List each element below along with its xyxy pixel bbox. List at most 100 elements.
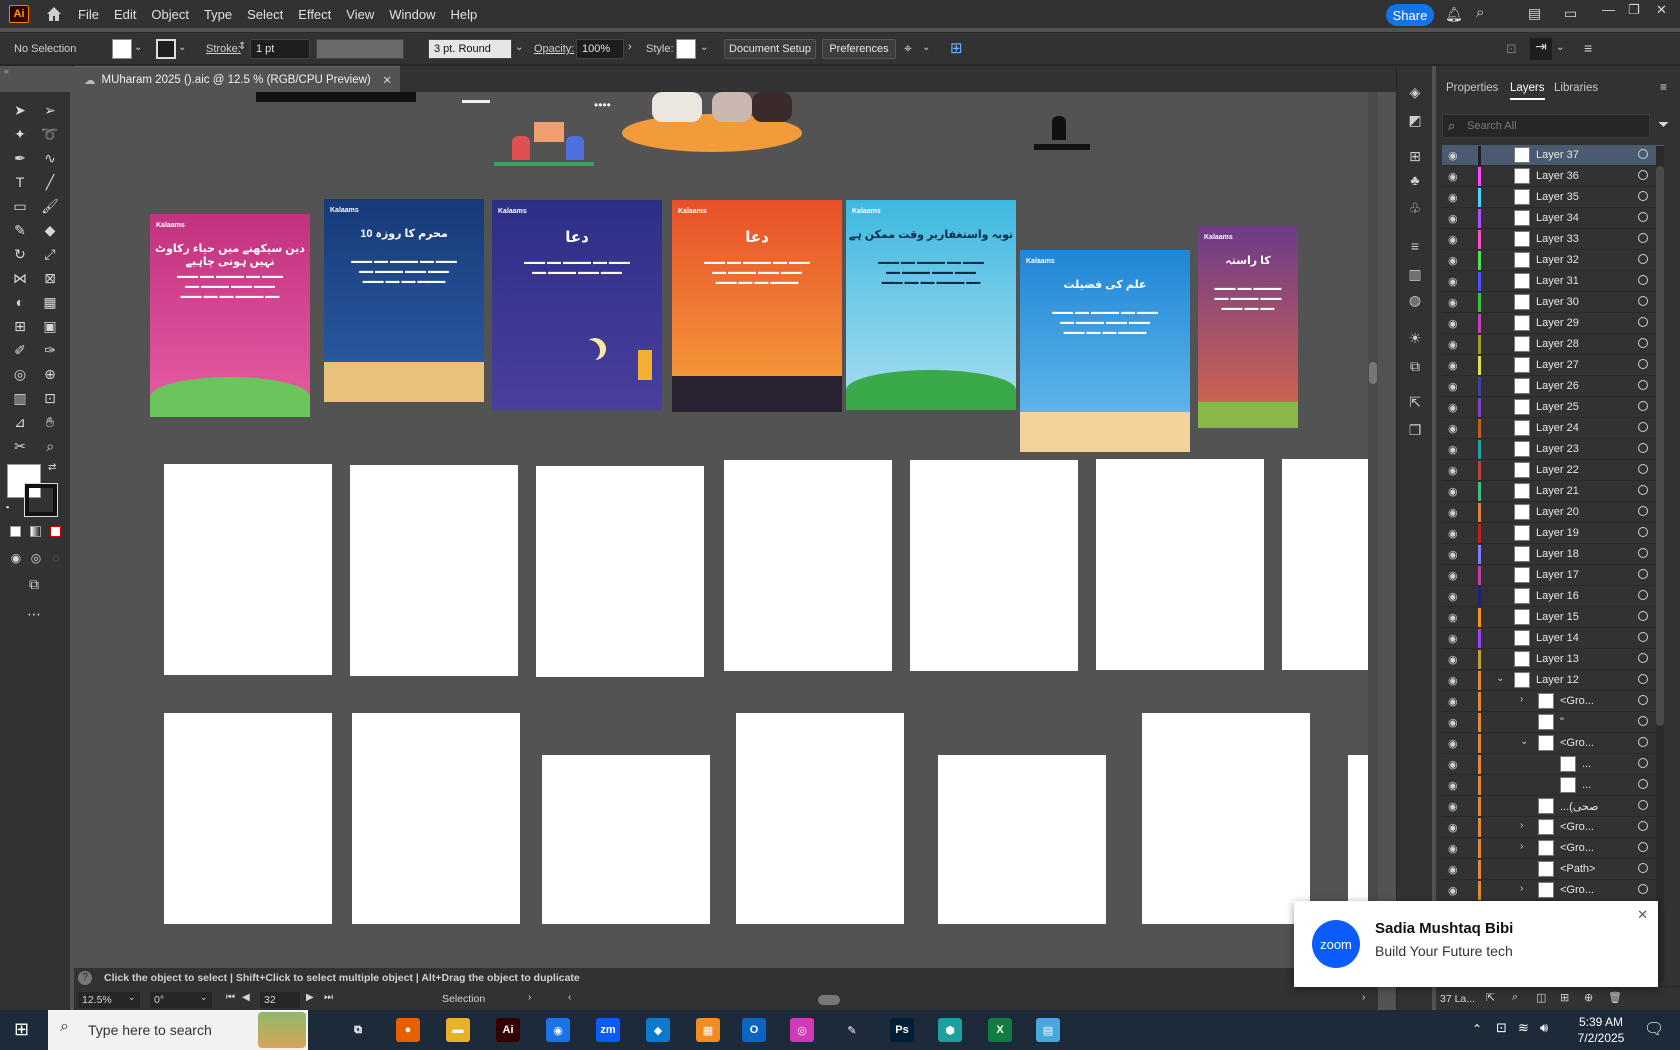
layer-target-icon[interactable] <box>1638 254 1648 264</box>
close-notification-icon[interactable]: ✕ <box>1637 907 1648 923</box>
visibility-eye-icon[interactable]: ◉ <box>1448 821 1458 834</box>
layer-row[interactable]: ◉ Layer 33 <box>1442 229 1664 250</box>
default-colors-icon[interactable]: ▪ <box>6 502 9 512</box>
layer-target-icon[interactable] <box>1638 758 1648 768</box>
layer-row[interactable]: ◉ Layer 29 <box>1442 313 1664 334</box>
menu-select[interactable]: Select <box>247 7 283 22</box>
visibility-eye-icon[interactable]: ◉ <box>1448 884 1458 897</box>
layer-target-icon[interactable] <box>1638 380 1648 390</box>
layer-target-icon[interactable] <box>1638 296 1648 306</box>
layer-name[interactable]: Layer 24 <box>1536 422 1579 434</box>
sublayer-name[interactable]: " <box>1560 716 1564 728</box>
visibility-eye-icon[interactable]: ◉ <box>1448 506 1458 519</box>
sublayer-row[interactable]: ◉ › <Gro... <box>1442 691 1664 712</box>
artboard-tool-icon[interactable]: ⊡ <box>40 388 60 408</box>
tab-libraries[interactable]: Libraries <box>1554 82 1598 94</box>
layer-name[interactable]: Layer 17 <box>1536 569 1579 581</box>
poster-2[interactable]: Kalaams 10 محرم کا روزہ ▬▬▬ ▬▬ ▬▬▬▬ ▬▬ ▬… <box>324 199 484 402</box>
help-icon[interactable]: ? <box>78 971 92 985</box>
menu-edit[interactable]: Edit <box>114 7 136 22</box>
poster-1[interactable]: Kalaams دین سیکھنے میں حیاء رکاوٹ نہیں ہ… <box>150 214 310 417</box>
workspace-icon[interactable]: ▭ <box>1564 5 1577 22</box>
sublayer-name[interactable]: <Gro... <box>1560 821 1594 833</box>
horizontal-scrollbar-thumb[interactable] <box>818 995 840 1005</box>
sublayer-name[interactable]: ... <box>1582 758 1591 770</box>
artboard-blank[interactable] <box>542 755 710 924</box>
screen-mode-icon[interactable]: ⧉ <box>24 574 44 594</box>
mesh-tool-icon[interactable]: ⊞ <box>10 316 30 336</box>
layer-name[interactable]: Layer 26 <box>1536 380 1579 392</box>
visibility-eye-icon[interactable]: ◉ <box>1448 254 1458 267</box>
layer-target-icon[interactable] <box>1638 632 1648 642</box>
taskbar-app-icon[interactable]: ▦ <box>696 1018 720 1042</box>
taskbar-app-icon[interactable]: ◆ <box>646 1018 670 1042</box>
sublayer-name[interactable]: <Gro... <box>1560 695 1594 707</box>
sublayer-row[interactable]: ◉ ⌄ <Gro... <box>1442 733 1664 754</box>
document-setup-button[interactable]: Document Setup <box>724 39 816 59</box>
visibility-eye-icon[interactable]: ◉ <box>1448 863 1458 876</box>
type-tool-icon[interactable]: T <box>10 172 30 192</box>
document-tab[interactable]: ☁ MUharam 2025 ().aic @ 12.5 % (RGB/CPU … <box>74 66 400 92</box>
layer-target-icon[interactable] <box>1638 149 1648 159</box>
shape-builder-tool-icon[interactable]: ◐ <box>10 292 30 312</box>
export-icon[interactable]: ⇱ <box>1405 392 1425 412</box>
chevron-down-icon[interactable]: ⌄ <box>1496 673 1504 684</box>
align-icon[interactable]: ⌖ <box>904 40 912 57</box>
chevron-up-icon[interactable]: ⌃ <box>1472 1022 1482 1036</box>
layer-target-icon[interactable] <box>1638 359 1648 369</box>
blend-tool-icon[interactable]: ◎ <box>10 364 30 384</box>
visibility-eye-icon[interactable]: ◉ <box>1448 464 1458 477</box>
taskbar-app-icon[interactable]: X <box>988 1018 1012 1042</box>
tab-layers[interactable]: Layers <box>1510 82 1545 100</box>
poster-7[interactable]: Kalaams کا راستہ ▬▬▬ ▬▬ ▬▬▬▬ ▬▬ ▬▬▬▬ ▬▬▬ ▬… <box>1198 226 1298 428</box>
artboard-blank[interactable] <box>1142 713 1310 924</box>
expand-arrow-icon[interactable]: › <box>1520 841 1523 852</box>
layer-row[interactable]: ◉ Layer 37 <box>1442 145 1664 166</box>
visibility-eye-icon[interactable]: ◉ <box>1448 548 1458 561</box>
layer-row[interactable]: ◉ Layer 25 <box>1442 397 1664 418</box>
new-sublayer-icon[interactable]: ⊞ <box>1560 991 1569 1004</box>
layer-name[interactable]: Layer 35 <box>1536 191 1579 203</box>
menu-object[interactable]: Object <box>151 7 189 22</box>
visibility-eye-icon[interactable]: ◉ <box>1448 653 1458 666</box>
layer-target-icon[interactable] <box>1638 443 1648 453</box>
layer-name[interactable]: Layer 12 <box>1536 674 1579 686</box>
appearance-icon[interactable]: ☀ <box>1405 328 1425 348</box>
hand-tool-icon[interactable]: ✋︎ <box>40 412 60 432</box>
sublayer-name[interactable]: ... <box>1582 779 1591 791</box>
visibility-eye-icon[interactable]: ◉ <box>1448 800 1458 813</box>
preferences-button[interactable]: Preferences <box>822 39 896 59</box>
layer-target-icon[interactable] <box>1638 191 1648 201</box>
graphic-styles-icon[interactable]: ⧉ <box>1405 356 1425 376</box>
bell-icon[interactable]: 🔔︎ <box>1445 6 1463 23</box>
layer-target-icon[interactable] <box>1638 674 1648 684</box>
expand-arrow-icon[interactable]: › <box>1520 820 1523 831</box>
visibility-eye-icon[interactable]: ◉ <box>1448 317 1458 330</box>
visibility-eye-icon[interactable]: ◉ <box>1448 338 1458 351</box>
layer-name[interactable]: Layer 19 <box>1536 527 1579 539</box>
taskbar-app-icon[interactable]: Ai <box>496 1018 520 1042</box>
layer-target-icon[interactable] <box>1638 653 1648 663</box>
delete-layer-icon[interactable]: 🗑︎ <box>1608 991 1622 1004</box>
layer-row[interactable]: ◉ Layer 20 <box>1442 502 1664 523</box>
layer-target-icon[interactable] <box>1638 401 1648 411</box>
layer-name[interactable]: Layer 34 <box>1536 212 1579 224</box>
visibility-eye-icon[interactable]: ◉ <box>1448 737 1458 750</box>
visibility-eye-icon[interactable]: ◉ <box>1448 758 1458 771</box>
layer-target-icon[interactable] <box>1638 485 1648 495</box>
visibility-eye-icon[interactable]: ◉ <box>1448 443 1458 456</box>
visibility-eye-icon[interactable]: ◉ <box>1448 842 1458 855</box>
perspective-grid-tool-icon[interactable]: ▦ <box>40 292 60 312</box>
artboard-blank[interactable] <box>536 466 704 677</box>
visibility-eye-icon[interactable]: ◉ <box>1448 590 1458 603</box>
sublayer-name[interactable]: <Gro... <box>1560 737 1594 749</box>
layer-target-icon[interactable] <box>1638 590 1648 600</box>
direct-selection-tool-icon[interactable]: ➢ <box>40 100 60 120</box>
previous-artboard-icon[interactable]: ◀ <box>242 992 250 1003</box>
layer-name[interactable]: Layer 15 <box>1536 611 1579 623</box>
slice-tool-icon[interactable]: ⊿ <box>10 412 30 432</box>
layer-row[interactable]: ◉ Layer 35 <box>1442 187 1664 208</box>
menu-file[interactable]: File <box>78 7 99 22</box>
layer-name[interactable]: Layer 32 <box>1536 254 1579 266</box>
expand-arrow-icon[interactable]: › <box>1520 883 1523 894</box>
